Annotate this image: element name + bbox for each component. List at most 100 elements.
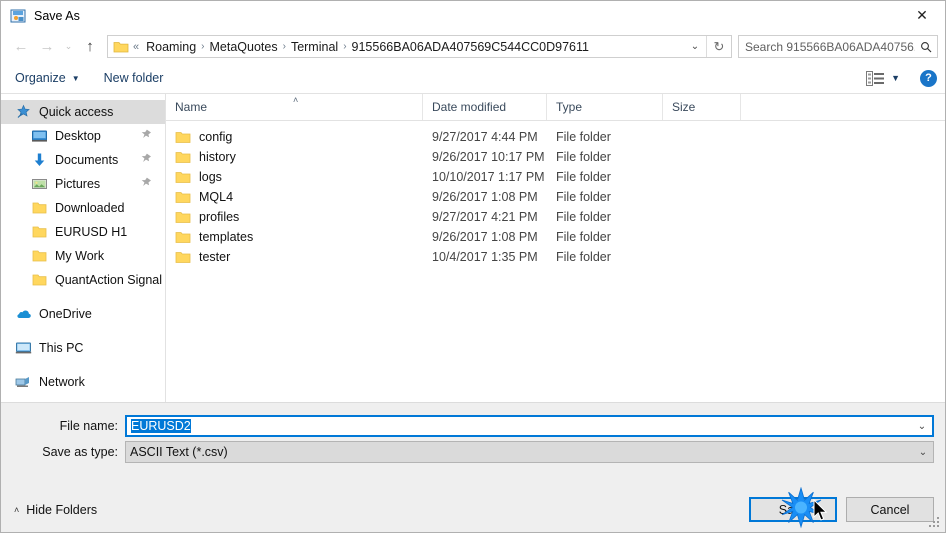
save-form: File name: EURUSD2 ⌄ Save as type: ASCII… — [1, 402, 945, 487]
file-name-selected-text: EURUSD2 — [131, 419, 191, 433]
sidebar-item-network[interactable]: Network — [1, 370, 165, 394]
column-header-name[interactable]: Name ˄ — [166, 94, 423, 120]
close-icon[interactable]: ✕ — [899, 1, 945, 30]
file-name-value[interactable]: EURUSD2 — [127, 419, 912, 433]
forward-button[interactable]: → — [34, 35, 60, 59]
column-header-row: Name ˄ Date modified Type Size — [166, 94, 945, 121]
sidebar-item-label: Downloaded — [55, 201, 125, 215]
table-row[interactable]: profiles 9/27/2017 4:21 PM File folder — [166, 207, 945, 227]
table-row[interactable]: tester 10/4/2017 1:35 PM File folder — [166, 247, 945, 267]
table-row[interactable]: templates 9/26/2017 1:08 PM File folder — [166, 227, 945, 247]
chevron-down-icon: ▼ — [71, 73, 80, 83]
chevron-down-icon[interactable]: ⌄ — [912, 421, 932, 432]
this-pc-icon — [15, 340, 32, 356]
pictures-icon — [31, 176, 48, 192]
file-name-label: MQL4 — [199, 190, 234, 204]
command-toolbar: Organize ▼ New folder ▼ ? — [1, 63, 945, 94]
network-icon — [15, 374, 32, 390]
back-button[interactable]: ← — [8, 35, 34, 59]
sidebar-item-label: Desktop — [55, 129, 101, 143]
help-icon[interactable]: ? — [920, 69, 937, 87]
chevron-down-icon[interactable]: ▼ — [891, 73, 900, 83]
footer-buttons: Save Cancel — [749, 497, 934, 522]
new-folder-button[interactable]: New folder — [104, 71, 164, 85]
folder-icon — [175, 171, 191, 184]
folder-icon — [175, 191, 191, 204]
save-as-type-row: Save as type: ASCII Text (*.csv) ⌄ — [1, 441, 945, 463]
toolbar-right-group: ▼ ? — [866, 69, 937, 87]
column-header-date-modified[interactable]: Date modified — [423, 94, 547, 120]
chevron-down-icon[interactable]: ⌄ — [913, 447, 933, 458]
file-type-cell: File folder — [556, 230, 611, 244]
breadcrumb-item-1[interactable]: MetaQuotes — [206, 40, 282, 54]
recent-locations-button[interactable]: ⌄ — [60, 35, 77, 59]
file-name-label: logs — [199, 170, 222, 184]
chevron-down-icon[interactable]: ⌄ — [684, 36, 706, 57]
table-row[interactable]: history 9/26/2017 10:17 PM File folder — [166, 147, 945, 167]
pin-icon[interactable] — [137, 127, 154, 145]
sidebar-item-quantaction-signal[interactable]: QuantAction Signal — [1, 268, 165, 292]
file-name-input[interactable]: EURUSD2 ⌄ — [125, 415, 934, 437]
save-as-type-select[interactable]: ASCII Text (*.csv) ⌄ — [125, 441, 934, 463]
file-type-cell: File folder — [556, 170, 611, 184]
organize-button[interactable]: Organize ▼ — [15, 71, 80, 85]
breadcrumb-item-3[interactable]: 915566BA06ADA407569C544CC0D97611 — [348, 40, 593, 54]
table-row[interactable]: MQL4 9/26/2017 1:08 PM File folder — [166, 187, 945, 207]
view-layout-icon[interactable] — [866, 70, 885, 86]
onedrive-icon — [15, 306, 32, 322]
file-name-label: tester — [199, 250, 231, 264]
sidebar-item-label: Documents — [55, 153, 119, 167]
sidebar-item-label: This PC — [39, 341, 84, 355]
refresh-icon[interactable]: ↻ — [706, 36, 731, 57]
sidebar-item-documents[interactable]: Documents — [1, 148, 165, 172]
file-type-cell: File folder — [556, 130, 611, 144]
search-input[interactable]: Search 915566BA06ADA40756... — [739, 40, 915, 54]
column-header-type[interactable]: Type — [547, 94, 663, 120]
sidebar-item-quick-access[interactable]: Quick access — [1, 100, 165, 124]
search-box[interactable]: Search 915566BA06ADA40756... — [738, 35, 938, 58]
sidebar-item-eurusd-h1[interactable]: EURUSD H1 — [1, 220, 165, 244]
cancel-button[interactable]: Cancel — [846, 497, 934, 522]
sidebar-item-label: OneDrive — [39, 307, 92, 321]
pin-icon[interactable] — [137, 151, 154, 169]
table-row[interactable]: config 9/27/2017 4:44 PM File folder — [166, 127, 945, 147]
save-button[interactable]: Save — [749, 497, 837, 522]
save-as-dialog: Save As ✕ ← → ⌄ ↑ « Roaming › MetaQuotes… — [0, 0, 946, 533]
resize-grip[interactable] — [929, 517, 941, 529]
sidebar-item-my-work[interactable]: My Work — [1, 244, 165, 268]
folder-icon — [175, 211, 191, 224]
file-list-pane: Name ˄ Date modified Type Size config 9/… — [166, 94, 945, 402]
file-name-label: config — [199, 130, 233, 144]
breadcrumb-item-0[interactable]: Roaming — [142, 40, 200, 54]
folder-icon — [175, 251, 191, 264]
breadcrumb: « Roaming › MetaQuotes › Terminal › 9155… — [132, 40, 684, 54]
sidebar-item-pictures[interactable]: Pictures — [1, 172, 165, 196]
file-name-cell: logs — [166, 170, 423, 184]
breadcrumb-item-2[interactable]: Terminal — [287, 40, 342, 54]
file-type-cell: File folder — [556, 210, 611, 224]
sidebar-item-label: Pictures — [55, 177, 101, 191]
pin-icon[interactable] — [137, 175, 154, 193]
file-name-cell: MQL4 — [166, 190, 423, 204]
organize-label: Organize — [15, 71, 66, 85]
folder-icon — [113, 40, 129, 54]
sidebar-item-desktop[interactable]: Desktop — [1, 124, 165, 148]
sidebar-item-onedrive[interactable]: OneDrive — [1, 302, 165, 326]
sidebar-item-label: My Work — [55, 249, 105, 263]
table-row[interactable]: logs 10/10/2017 1:17 PM File folder — [166, 167, 945, 187]
breadcrumb-overflow-icon[interactable]: « — [132, 41, 142, 53]
up-button[interactable]: ↑ — [77, 35, 103, 59]
hide-folders-label: Hide Folders — [26, 502, 98, 517]
folder-icon — [31, 248, 48, 264]
hide-folders-button[interactable]: ˄ Hide Folders — [14, 503, 97, 517]
file-date-cell: 9/26/2017 10:17 PM — [432, 150, 545, 164]
documents-icon — [31, 152, 48, 168]
sidebar-item-this-pc[interactable]: This PC — [1, 336, 165, 360]
file-date-cell: 9/27/2017 4:21 PM — [432, 210, 538, 224]
address-bar[interactable]: « Roaming › MetaQuotes › Terminal › 9155… — [107, 35, 732, 58]
sidebar-item-downloaded[interactable]: Downloaded — [1, 196, 165, 220]
column-header-size[interactable]: Size — [663, 94, 741, 120]
